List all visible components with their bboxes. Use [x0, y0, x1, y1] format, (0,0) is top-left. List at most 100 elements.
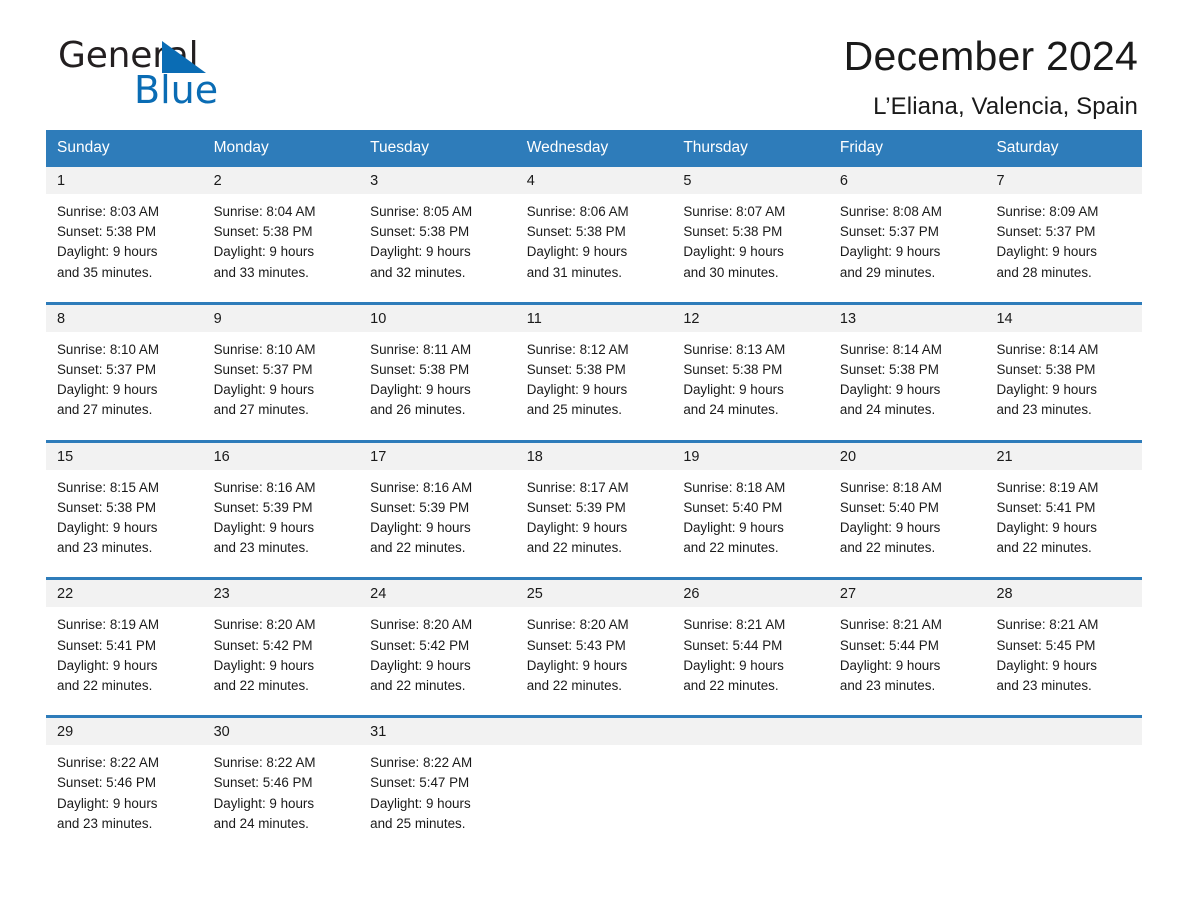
calendar-day-cell[interactable]: 27 Sunrise: 8:21 AM Sunset: 5:44 PM Dayligh…	[828, 580, 986, 707]
calendar-day-cell[interactable]: 18 Sunrise: 8:17 AM Sunset: 5:39 PM Dayligh…	[515, 442, 673, 569]
sunrise-text: Sunrise: 8:21 AM	[683, 617, 786, 633]
day-details: Sunrise: 8:22 AM Sunset: 5:46 PM Daylight:…	[46, 745, 203, 844]
calendar-day-cell[interactable]: 6 Sunrise: 8:08 AM Sunset: 5:37 PM Daylight…	[828, 167, 986, 293]
day-details	[672, 745, 829, 763]
sunrise-text: Sunrise: 8:11 AM	[370, 341, 472, 357]
daylight-text-line2: and 22 minutes.	[683, 540, 779, 556]
calendar-week-row: 1 Sunrise: 8:03 AM Sunset: 5:38 PM Daylight…	[46, 167, 1143, 293]
day-number: 9	[202, 304, 360, 332]
calendar-day-cell[interactable]: 22 Sunrise: 8:19 AM Sunset: 5:41 PM Dayligh…	[46, 580, 203, 707]
sunset-text: Sunset: 5:38 PM	[526, 362, 626, 378]
day-details: Sunrise: 8:21 AM Sunset: 5:44 PM Daylight:…	[829, 607, 986, 706]
sunrise-text: Sunrise: 8:08 AM	[839, 204, 942, 219]
sunset-text: Sunset: 5:39 PM	[526, 499, 626, 515]
calendar-day-cell[interactable]: 7 Sunrise: 8:09 AM Sunset: 5:37 PM Daylight…	[985, 167, 1143, 293]
day-number: 2	[202, 167, 360, 194]
sunset-text: Sunset: 5:44 PM	[839, 637, 939, 653]
sunrise-text: Sunrise: 8:20 AM	[370, 617, 473, 633]
calendar-day-cell[interactable]: 20 Sunrise: 8:18 AM Sunset: 5:40 PM Dayligh…	[828, 442, 986, 569]
sunrise-text: Sunrise: 8:22 AM	[370, 755, 473, 771]
calendar-day-cell[interactable]: 26 Sunrise: 8:21 AM Sunset: 5:44 PM Dayligh…	[672, 580, 829, 707]
calendar-day-cell[interactable]: 15 Sunrise: 8:15 AM Sunset: 5:38 PM Dayligh…	[46, 442, 203, 569]
day-details	[516, 745, 673, 763]
sunrise-text: Sunrise: 8:16 AM	[370, 479, 473, 495]
calendar-day-cell[interactable]: 17 Sunrise: 8:16 AM Sunset: 5:39 PM Dayligh…	[359, 442, 516, 569]
calendar-day-cell[interactable]: 11 Sunrise: 8:12 AM Sunset: 5:38 PM Dayligh…	[515, 304, 673, 431]
day-details: Sunrise: 8:16 AM Sunset: 5:39 PM Daylight:…	[203, 470, 360, 569]
day-details: Sunrise: 8:03 AM Sunset: 5:38 PM Daylight:…	[46, 194, 203, 293]
day-number: 21	[985, 442, 1143, 470]
calendar-day-cell[interactable]: 8 Sunrise: 8:10 AM Sunset: 5:37 PM Daylight…	[46, 304, 203, 431]
sunrise-text: Sunrise: 8:13 AM	[683, 341, 786, 357]
calendar-day-cell[interactable]: 9 Sunrise: 8:10 AM Sunset: 5:37 PM Daylight…	[202, 304, 360, 431]
day-details: Sunrise: 8:14 AM Sunset: 5:38 PM Daylight:…	[829, 332, 986, 431]
calendar-day-cell[interactable]: 4 Sunrise: 8:06 AM Sunset: 5:38 PM Daylight…	[515, 167, 673, 293]
calendar-day-cell[interactable]: 25 Sunrise: 8:20 AM Sunset: 5:43 PM Dayligh…	[515, 580, 673, 707]
daylight-text-line1: Daylight: 9 hours	[996, 657, 1097, 673]
calendar-day-cell[interactable]: 21 Sunrise: 8:19 AM Sunset: 5:41 PM Dayligh…	[985, 442, 1143, 569]
calendar-day-cell[interactable]: 14 Sunrise: 8:14 AM Sunset: 5:38 PM Dayligh…	[985, 304, 1143, 431]
daylight-text-line2: and 22 minutes.	[213, 678, 309, 694]
daylight-text-line1: Daylight: 9 hours	[996, 244, 1097, 260]
calendar-week-row: 15 Sunrise: 8:15 AM Sunset: 5:38 PM Dayligh…	[46, 439, 1143, 569]
daylight-text-line2: and 22 minutes.	[370, 678, 466, 694]
sunset-text: Sunset: 5:45 PM	[996, 637, 1096, 653]
calendar-day-cell[interactable]: 16 Sunrise: 8:16 AM Sunset: 5:39 PM Dayligh…	[202, 442, 360, 569]
calendar-day-cell[interactable]: 31 Sunrise: 8:22 AM Sunset: 5:47 PM Dayligh…	[359, 718, 516, 845]
daylight-text-line1: Daylight: 9 hours	[57, 382, 158, 398]
sunset-text: Sunset: 5:47 PM	[370, 775, 470, 791]
daylight-text-line1: Daylight: 9 hours	[683, 382, 784, 398]
sunset-text: Sunset: 5:42 PM	[213, 637, 313, 653]
calendar-day-cell[interactable]: 30 Sunrise: 8:22 AM Sunset: 5:46 PM Dayligh…	[202, 718, 360, 845]
calendar-day-cell[interactable]: 12 Sunrise: 8:13 AM Sunset: 5:38 PM Dayligh…	[672, 304, 829, 431]
sunset-text: Sunset: 5:37 PM	[839, 224, 939, 240]
day-details: Sunrise: 8:18 AM Sunset: 5:40 PM Daylight:…	[672, 470, 829, 569]
calendar-page: General Blue December 2024 L’Eliana, Val…	[0, 0, 1188, 918]
weekday-header-row: Sunday Monday Tuesday Wednesday Thursday…	[46, 130, 1142, 167]
daylight-text-line2: and 22 minutes.	[526, 678, 623, 694]
day-number	[515, 718, 673, 746]
day-number: 11	[515, 304, 673, 332]
day-number: 13	[828, 304, 986, 332]
day-details: Sunrise: 8:16 AM Sunset: 5:39 PM Daylight:…	[359, 470, 516, 569]
sunrise-text: Sunrise: 8:21 AM	[996, 617, 1099, 633]
sunset-text: Sunset: 5:38 PM	[370, 224, 470, 240]
sunrise-text: Sunrise: 8:20 AM	[526, 617, 629, 633]
daylight-text-line1: Daylight: 9 hours	[526, 657, 628, 673]
weekday-header-tuesday: Tuesday	[370, 139, 430, 156]
daylight-text-line1: Daylight: 9 hours	[213, 244, 315, 260]
sunset-text: Sunset: 5:38 PM	[213, 224, 313, 240]
calendar-day-cell[interactable]: 28 Sunrise: 8:21 AM Sunset: 5:45 PM Dayligh…	[985, 580, 1143, 707]
day-number: 5	[672, 167, 829, 194]
daylight-text-line2: and 22 minutes.	[57, 678, 153, 694]
calendar-day-cell[interactable]: 3 Sunrise: 8:05 AM Sunset: 5:38 PM Daylight…	[359, 167, 516, 293]
calendar-day-cell[interactable]: 1 Sunrise: 8:03 AM Sunset: 5:38 PM Daylight…	[46, 167, 203, 293]
daylight-text-line1: Daylight: 9 hours	[57, 795, 158, 811]
day-number: 3	[359, 167, 516, 194]
calendar-day-cell[interactable]: 19 Sunrise: 8:18 AM Sunset: 5:40 PM Dayligh…	[672, 442, 829, 569]
daylight-text-line2: and 25 minutes.	[370, 815, 466, 831]
calendar-day-cell[interactable]: 29 Sunrise: 8:22 AM Sunset: 5:46 PM Dayligh…	[46, 718, 203, 845]
day-number: 29	[46, 718, 203, 746]
calendar-day-cell[interactable]: 24 Sunrise: 8:20 AM Sunset: 5:42 PM Dayligh…	[359, 580, 516, 707]
calendar-day-cell[interactable]: 2 Sunrise: 8:04 AM Sunset: 5:38 PM Daylight…	[202, 167, 360, 293]
calendar-day-cell[interactable]: 10 Sunrise: 8:11 AM Sunset: 5:38 PM Dayligh…	[359, 304, 516, 431]
weekday-header-wednesday: Wednesday	[526, 139, 609, 156]
day-details: Sunrise: 8:10 AM Sunset: 5:37 PM Daylight:…	[46, 332, 203, 431]
daylight-text-line1: Daylight: 9 hours	[526, 520, 628, 536]
day-number: 22	[46, 580, 203, 608]
day-details: Sunrise: 8:21 AM Sunset: 5:45 PM Daylight:…	[985, 607, 1142, 706]
calendar-day-cell[interactable]: 13 Sunrise: 8:14 AM Sunset: 5:38 PM Dayligh…	[828, 304, 986, 431]
calendar-day-cell[interactable]: 5 Sunrise: 8:07 AM Sunset: 5:38 PM Daylight…	[672, 167, 829, 293]
daylight-text-line2: and 22 minutes.	[839, 540, 936, 556]
weekday-header-thursday: Thursday	[683, 139, 748, 156]
day-details	[829, 745, 986, 763]
day-details: Sunrise: 8:17 AM Sunset: 5:39 PM Daylight:…	[516, 470, 673, 569]
calendar-day-cell[interactable]: 23 Sunrise: 8:20 AM Sunset: 5:42 PM Dayligh…	[202, 580, 360, 707]
sunrise-text: Sunrise: 8:10 AM	[57, 341, 159, 357]
daylight-text-line2: and 27 minutes.	[57, 402, 153, 418]
daylight-text-line2: and 31 minutes.	[526, 264, 623, 280]
daylight-text-line1: Daylight: 9 hours	[370, 657, 471, 673]
daylight-text-line2: and 23 minutes.	[996, 678, 1092, 694]
day-details: Sunrise: 8:22 AM Sunset: 5:46 PM Daylight:…	[203, 745, 360, 844]
